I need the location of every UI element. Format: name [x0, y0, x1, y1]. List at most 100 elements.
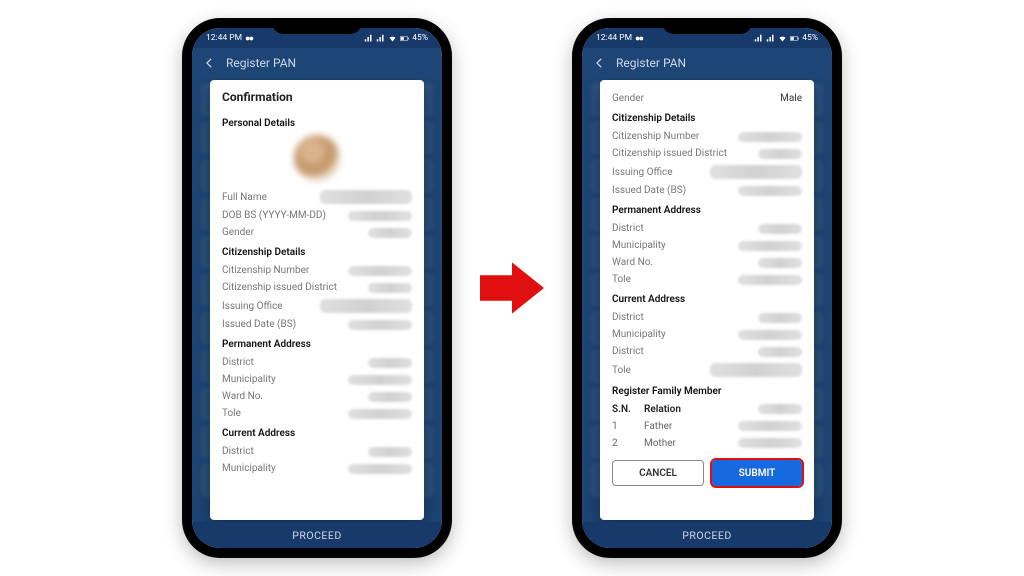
row-issuing-office: Issuing Office	[612, 162, 802, 182]
status-time: 12:44 PM	[206, 33, 242, 43]
app-bar: Register PAN	[582, 48, 832, 78]
value-redacted	[710, 165, 802, 179]
row-gender-top: GenderMale	[612, 90, 802, 107]
row-citizen-number: Citizenship Number	[222, 262, 412, 279]
value-redacted	[368, 283, 412, 293]
appbar-title: Register PAN	[616, 56, 686, 70]
family-row-2: 2 Mother	[612, 435, 802, 452]
value-redacted	[738, 421, 802, 431]
value-redacted	[758, 149, 802, 159]
proceed-button[interactable]: PROCEED	[582, 522, 832, 548]
row-citizen-number: Citizenship Number	[612, 128, 802, 145]
row-full-name: Full Name	[222, 187, 412, 207]
status-time: 12:44 PM	[596, 33, 632, 43]
row-perm-muni: Municipality	[222, 371, 412, 388]
row-gender: Gender	[222, 224, 412, 241]
wifi-icon	[778, 34, 787, 43]
row-cur-district: District	[222, 443, 412, 460]
phone-notch	[662, 18, 752, 34]
row-perm-ward: Ward No.	[222, 388, 412, 405]
value-redacted	[758, 313, 802, 323]
dialog-button-row: CANCEL SUBMIT	[612, 460, 802, 486]
section-current: Current Address	[222, 428, 412, 439]
back-icon[interactable]	[592, 56, 606, 70]
confirmation-dialog: GenderMale Citizenship Details Citizensh…	[600, 80, 814, 520]
submit-button[interactable]: SUBMIT	[712, 460, 802, 486]
back-icon[interactable]	[202, 56, 216, 70]
family-table-header: S.N. Relation	[612, 401, 802, 418]
signal-icon	[754, 34, 763, 43]
phone-left: 12:44 PM 45% Register PAN	[182, 18, 452, 558]
signal-icon	[364, 34, 373, 43]
row-perm-tole: Tole	[612, 271, 802, 288]
section-citizenship: Citizenship Details	[222, 247, 412, 258]
value-redacted	[368, 447, 412, 457]
phone-right: 12:44 PM 45% Register PAN	[572, 18, 842, 558]
status-battery: 45%	[412, 33, 428, 43]
value-redacted	[348, 464, 412, 474]
row-citizen-district: Citizenship issued District	[222, 279, 412, 296]
row-cur-muni: Municipality	[612, 326, 802, 343]
dialog-title: Confirmation	[222, 90, 412, 104]
value-redacted	[758, 258, 802, 268]
status-battery: 45%	[802, 33, 818, 43]
value-redacted	[738, 241, 802, 251]
cancel-button[interactable]: CANCEL	[612, 460, 704, 486]
confirmation-dialog: Confirmation Personal Details Full Name …	[210, 80, 424, 520]
screen-left: 12:44 PM 45% Register PAN	[192, 28, 442, 548]
quote-icon	[245, 34, 254, 43]
value-redacted	[710, 363, 802, 377]
row-cur-muni: Municipality	[222, 460, 412, 477]
row-citizen-district: Citizenship issued District	[612, 145, 802, 162]
section-permanent: Permanent Address	[222, 339, 412, 350]
screen-right: 12:44 PM 45% Register PAN	[582, 28, 832, 548]
section-citizenship: Citizenship Details	[612, 113, 802, 124]
value-redacted	[738, 186, 802, 196]
gender-value: Male	[780, 93, 802, 104]
page-backdrop: GenderMale Citizenship Details Citizensh…	[582, 78, 832, 522]
row-perm-district: District	[222, 354, 412, 371]
value-redacted	[368, 228, 412, 238]
value-redacted	[348, 375, 412, 385]
battery-icon	[400, 34, 409, 43]
row-perm-muni: Municipality	[612, 237, 802, 254]
value-redacted	[348, 266, 412, 276]
value-redacted	[368, 392, 412, 402]
row-issued-date: Issued Date (BS)	[222, 316, 412, 333]
value-redacted	[368, 358, 412, 368]
row-dob: DOB BS (YYYY-MM-DD)	[222, 207, 412, 224]
phone-notch	[272, 18, 362, 34]
wifi-icon	[388, 34, 397, 43]
value-redacted	[738, 438, 802, 448]
row-perm-ward: Ward No.	[612, 254, 802, 271]
app-bar: Register PAN	[192, 48, 442, 78]
value-redacted	[320, 299, 412, 313]
family-row-1: 1 Father	[612, 418, 802, 435]
value-redacted	[348, 409, 412, 419]
page-backdrop: Confirmation Personal Details Full Name …	[192, 78, 442, 522]
appbar-title: Register PAN	[226, 56, 296, 70]
arrow-icon	[480, 256, 544, 320]
battery-icon	[790, 34, 799, 43]
proceed-button[interactable]: PROCEED	[192, 522, 442, 548]
row-cur-tole: Tole	[612, 360, 802, 380]
section-family: Register Family Member	[612, 386, 802, 397]
value-redacted	[758, 224, 802, 234]
value-redacted	[348, 320, 412, 330]
row-perm-district: District	[612, 220, 802, 237]
value-redacted	[738, 330, 802, 340]
section-current: Current Address	[612, 294, 802, 305]
section-personal: Personal Details	[222, 118, 412, 129]
row-issuing-office: Issuing Office	[222, 296, 412, 316]
row-perm-tole: Tole	[222, 405, 412, 422]
row-issued-date: Issued Date (BS)	[612, 182, 802, 199]
value-redacted	[348, 211, 412, 221]
section-permanent: Permanent Address	[612, 205, 802, 216]
quote-icon	[635, 34, 644, 43]
value-redacted	[758, 347, 802, 357]
value-redacted	[738, 275, 802, 285]
avatar	[294, 135, 340, 181]
signal-icon	[766, 34, 775, 43]
value-redacted	[758, 404, 802, 414]
row-cur-district: District	[612, 309, 802, 326]
